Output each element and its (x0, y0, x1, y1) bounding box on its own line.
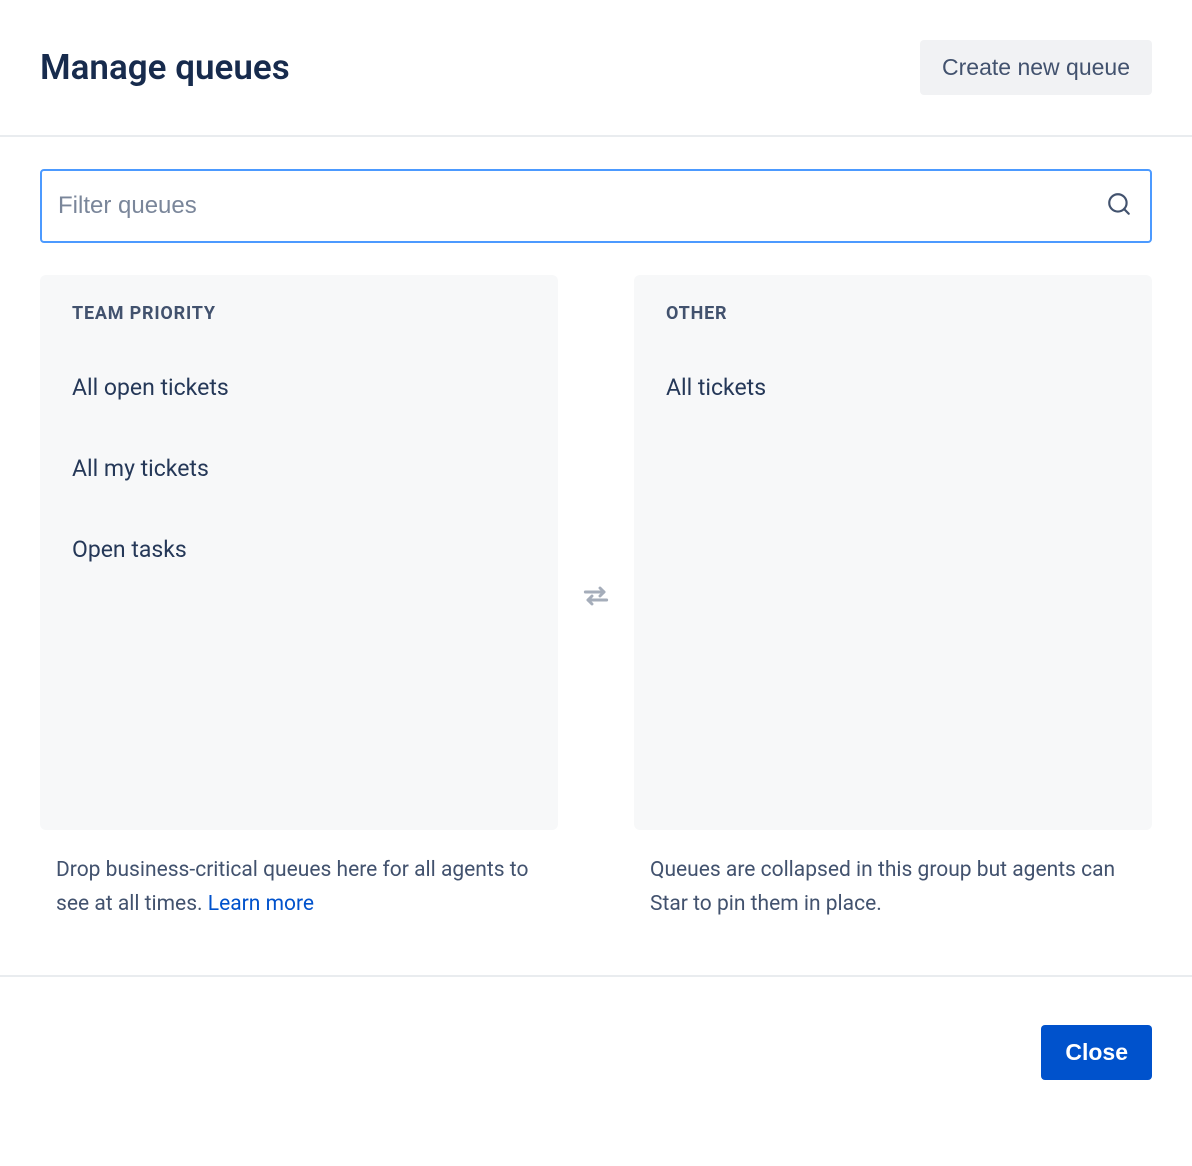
queue-item[interactable]: All open tickets (72, 360, 526, 415)
dialog-header: Manage queues Create new queue (0, 0, 1192, 137)
close-button[interactable]: Close (1041, 1025, 1152, 1080)
queue-item[interactable]: Open tasks (72, 522, 526, 577)
other-helper: Queues are collapsed in this group but a… (634, 854, 1152, 921)
learn-more-link[interactable]: Learn more (208, 892, 314, 916)
search-wrapper (40, 169, 1152, 243)
queue-item[interactable]: All my tickets (72, 441, 526, 496)
create-new-queue-button[interactable]: Create new queue (920, 40, 1152, 95)
team-priority-helper: Drop business-critical queues here for a… (40, 854, 558, 921)
team-priority-header: TEAM PRIORITY (72, 303, 526, 324)
queue-columns: TEAM PRIORITY All open tickets All my ti… (40, 275, 1152, 921)
other-header: OTHER (666, 303, 1120, 324)
swap-column (558, 275, 634, 921)
queue-item[interactable]: All tickets (666, 360, 1120, 415)
page-title: Manage queues (40, 47, 290, 88)
team-priority-panel[interactable]: TEAM PRIORITY All open tickets All my ti… (40, 275, 558, 830)
dialog-footer: Close (0, 975, 1192, 1080)
other-panel[interactable]: OTHER All tickets (634, 275, 1152, 830)
team-priority-column: TEAM PRIORITY All open tickets All my ti… (40, 275, 558, 921)
dialog-content: TEAM PRIORITY All open tickets All my ti… (0, 137, 1192, 921)
filter-queues-input[interactable] (40, 169, 1152, 243)
other-column: OTHER All tickets Queues are collapsed i… (634, 275, 1152, 921)
swap-horizontal-icon (580, 580, 612, 616)
